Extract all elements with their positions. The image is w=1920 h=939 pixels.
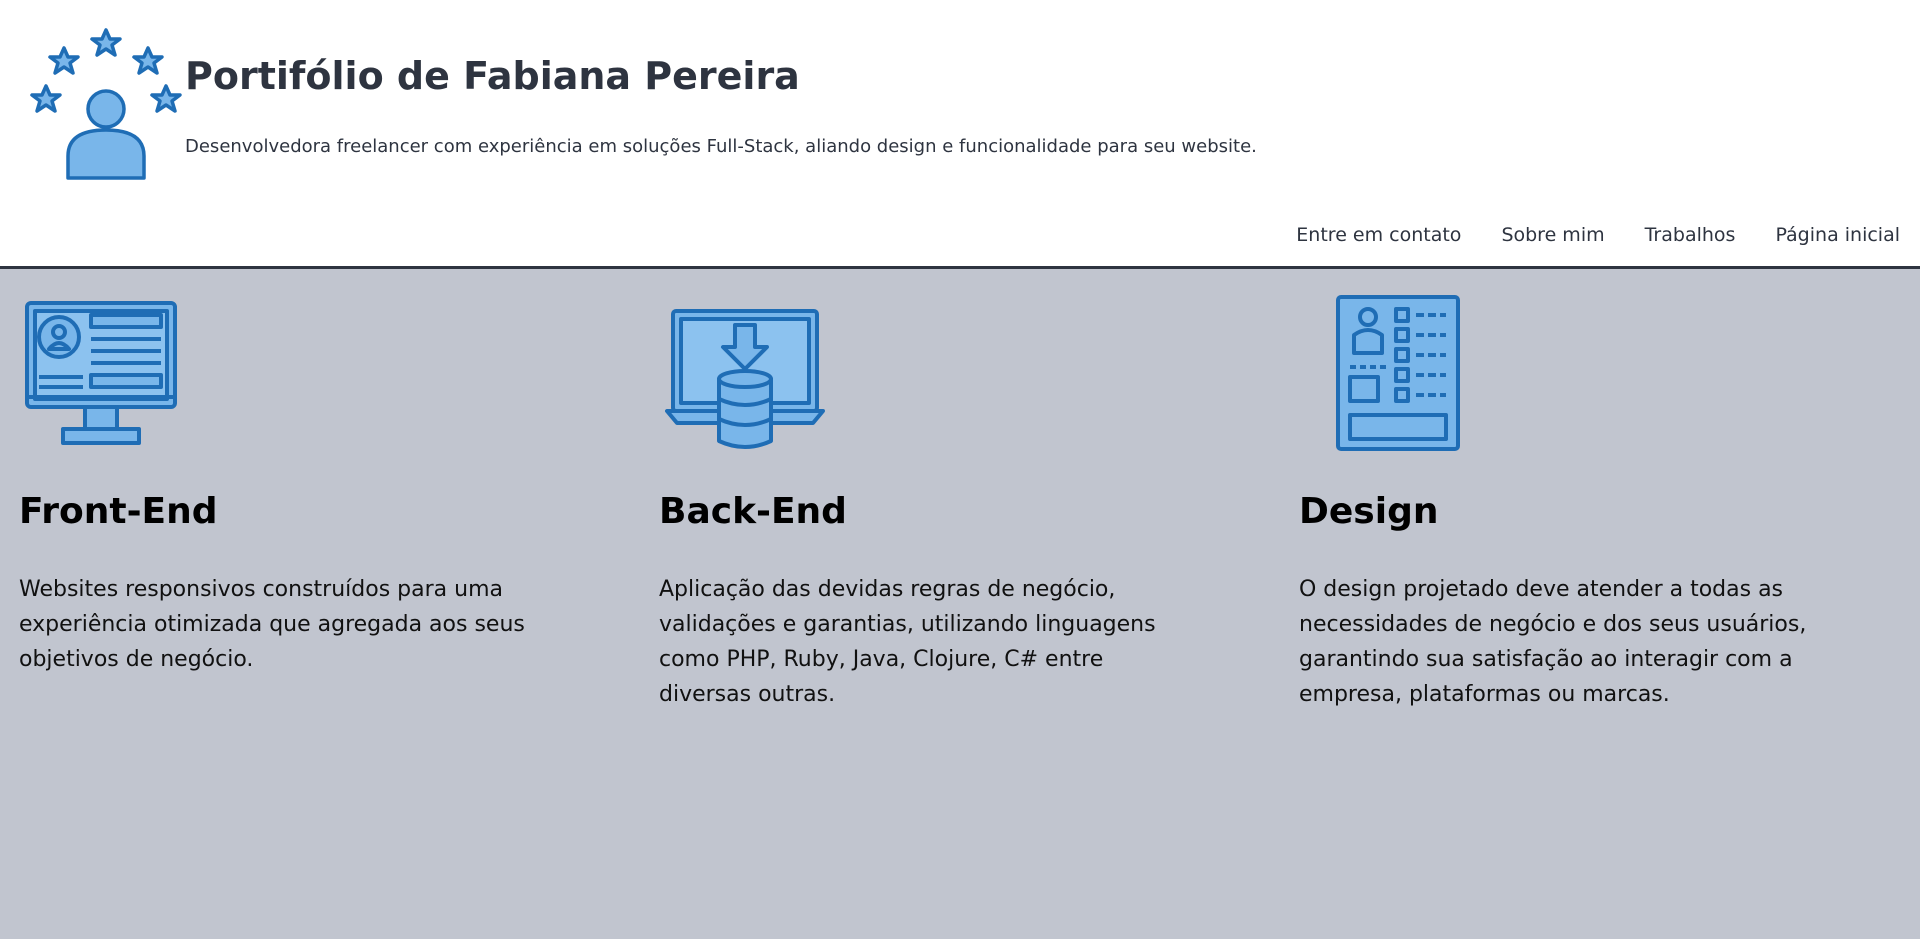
nav-item-about[interactable]: Sobre mim xyxy=(1501,224,1604,246)
site-header: Portifólio de Fabiana Pereira Desenvolve… xyxy=(0,0,1920,269)
nav-item-contact[interactable]: Entre em contato xyxy=(1296,224,1461,246)
user-stars-icon xyxy=(30,28,182,180)
services-section: Front-End Websites responsivos construíd… xyxy=(0,269,1920,939)
service-title: Design xyxy=(1299,491,1439,532)
service-description: O design projetado deve atender a todas … xyxy=(1299,577,1807,707)
page-subtitle: Desenvolvedora freelancer com experiênci… xyxy=(185,136,1257,157)
laptop-database-icon xyxy=(665,309,825,449)
nav-item-works[interactable]: Trabalhos xyxy=(1645,224,1736,246)
service-title: Front-End xyxy=(19,491,218,532)
page-title: Portifólio de Fabiana Pereira xyxy=(185,54,800,98)
monitor-profile-icon xyxy=(25,301,177,445)
service-description: Websites responsivos construídos para um… xyxy=(19,577,525,672)
main-nav: Entre em contato Sobre mim Trabalhos Pág… xyxy=(1296,224,1900,246)
service-description: Aplicação das devidas regras de negócio,… xyxy=(659,577,1156,707)
nav-item-home[interactable]: Página inicial xyxy=(1775,224,1900,246)
document-layout-icon xyxy=(1336,295,1460,451)
service-title: Back-End xyxy=(659,491,847,532)
